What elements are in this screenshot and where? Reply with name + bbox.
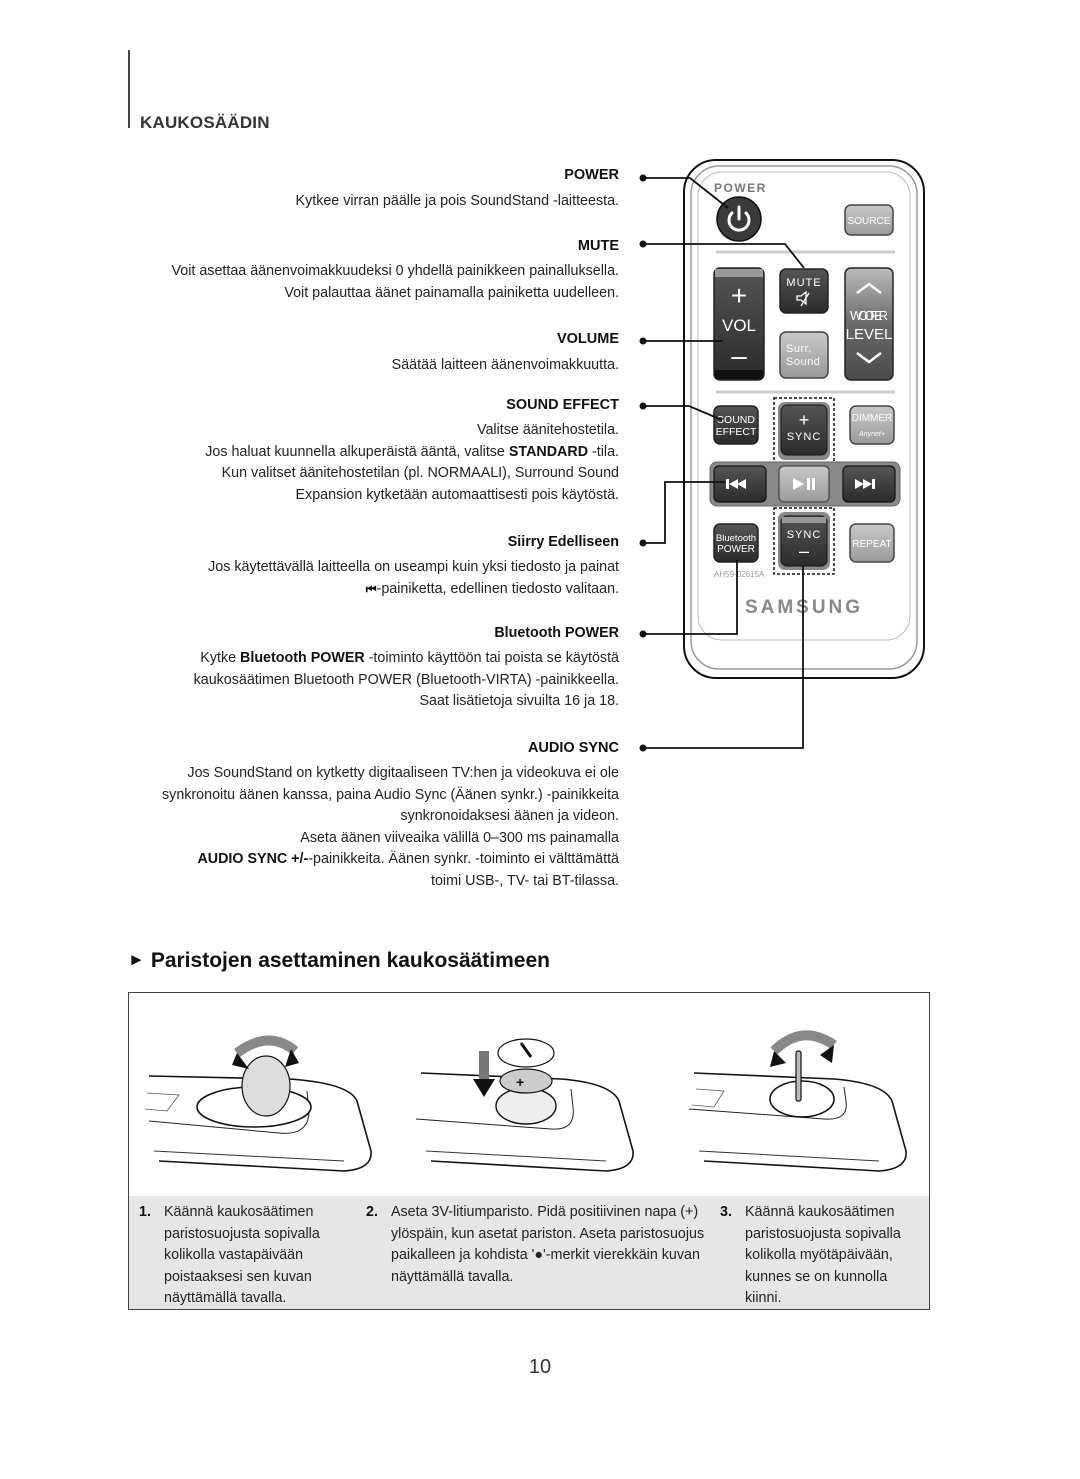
text-line: synkronoitu äänen kanssa, paina Audio Sy… [162, 786, 619, 803]
skip-back-icon: ⏮ [365, 581, 377, 596]
text-line: toimi USB-, TV- tai BT-tilassa. [430, 872, 619, 889]
mute-button [779, 268, 829, 314]
woofer-label: WOOFER [850, 308, 888, 323]
text-line: Voit palauttaa äänet painamalla painiket… [284, 284, 619, 301]
step-text: Aseta 3V-litiumparisto. Pidä positiivine… [391, 1204, 705, 1285]
side-rule [128, 50, 130, 128]
surround-label-1: Surr. [786, 343, 812, 355]
volume-description: Säätää laitteen äänenvoimakkuutta. [392, 355, 619, 377]
battery-heading: ► Paristojen asettaminen kaukosäätimeen [128, 949, 550, 973]
step-number: 2. [366, 1204, 378, 1220]
bluetooth-power-heading: Bluetooth POWER [494, 625, 619, 641]
text-line: ⏮-painiketta, edellinen tiedosto valitaa… [208, 579, 619, 601]
dimmer-button [849, 405, 895, 445]
callout-dots [639, 174, 647, 752]
samsung-logo: SAMSUNG [745, 597, 863, 618]
audio-sync-heading: AUDIO SYNC [527, 740, 619, 756]
sync-minus-label: SYNC [787, 529, 822, 541]
step-1: 1. Käännä kaukosäätimen paristosuojusta … [139, 1202, 349, 1310]
surround-label-2: Sound [786, 356, 820, 368]
sound-effect-description: Valitse äänitehostetila. Jos haluat kuun… [205, 420, 619, 506]
text-line: Kun valitset äänitehostetilan (pl. NORMA… [221, 465, 619, 481]
step-3-illustration [688, 1030, 907, 1172]
battery-title: Paristojen asettaminen kaukosäätimeen [150, 949, 550, 972]
plus-sign: + [516, 1074, 524, 1090]
power-label: POWER [714, 181, 767, 195]
page-number: 10 [528, 1356, 552, 1378]
text-line: Jos haluat kuunnella alkuperäistä ääntä,… [205, 442, 619, 464]
step-3: 3. Käännä kaukosäätimen paristosuojusta … [720, 1202, 920, 1310]
repeat-label: REPEAT [852, 539, 891, 550]
volume-down-icon: – [731, 340, 747, 371]
text-run: -painiketta, edellinen tiedosto valitaan… [376, 580, 619, 597]
text-run: -painikkeita. Äänen synkr. -toiminto ei … [308, 851, 619, 867]
arrow-right-icon: ► [128, 950, 145, 969]
anynet-logo: Anynet+ [858, 431, 885, 438]
text-line: Saat lisätietoja sivuilta 16 ja 18. [419, 693, 619, 709]
bluetooth-power-description: Kytke Bluetooth POWER -toiminto käyttöön… [194, 648, 619, 713]
text-line: kaukosäätimen Bluetooth POWER (Bluetooth… [193, 671, 619, 688]
volume-heading: VOLUME [556, 331, 619, 347]
text-line: Voit asettaa äänenvoimakkuudeksi 0 yhdel… [171, 263, 619, 279]
volume-up-icon: + [731, 280, 747, 311]
sync-plus-icon: + [799, 410, 810, 430]
text-line: Jos SoundStand on kytketty digitaaliseen… [187, 765, 619, 781]
mute-label: MUTE [786, 277, 821, 289]
bold-run: AUDIO SYNC +/- [197, 851, 309, 867]
text-line: Kytkee virran päälle ja pois SoundStand … [295, 193, 619, 209]
text-run: -toiminto käyttöön tai poista se käytöst… [364, 650, 619, 666]
remote-illustration: POWER SOURCE + VOL – MUTE Surr. Sound WO… [639, 159, 925, 752]
step-2: 2. Aseta 3V-litiumparisto. Pidä positiiv… [366, 1202, 706, 1288]
volume-label: VOL [722, 316, 756, 335]
power-heading: POWER [564, 167, 619, 183]
steps-caption-bar: 1. Käännä kaukosäätimen paristosuojusta … [129, 1196, 929, 1309]
bluetooth-label: Bluetooth [716, 533, 756, 544]
mute-description: Voit asettaa äänenvoimakkuudeksi 0 yhdel… [172, 261, 619, 304]
text-run: -tila. [588, 443, 619, 460]
section-title: KAUKOSÄÄDIN [140, 113, 270, 132]
text-line: Jos käytettävällä laitteella on useampi … [208, 559, 619, 575]
step-number: 1. [139, 1204, 151, 1220]
surround-sound-button [779, 331, 829, 379]
mute-heading: MUTE [577, 238, 619, 254]
text-run: Jos haluat kuunnella alkuperäistä ääntä,… [205, 443, 509, 460]
text-line: Expansion kytketään automaattisesti pois… [295, 486, 619, 503]
sound-effect-heading: SOUND EFFECT [506, 397, 619, 413]
battery-instructions-box: + 1. Käännä kaukosäätimen paristosuojust… [128, 992, 930, 1310]
step-number: 3. [720, 1204, 732, 1220]
bold-run: Bluetooth POWER [240, 650, 365, 666]
step-2-illustration: + [415, 1038, 634, 1172]
step-text: Käännä kaukosäätimen paristosuojusta sop… [164, 1204, 320, 1306]
bold-run: STANDARD [508, 443, 589, 460]
power-description: Kytkee virran päälle ja pois SoundStand … [296, 191, 619, 213]
text-line: Säätää laitteen äänenvoimakkuutta. [391, 357, 619, 373]
source-label: SOURCE [848, 216, 891, 227]
text-run: Kytke [200, 650, 241, 666]
previous-description: Jos käytettävällä laitteella on useampi … [208, 557, 619, 600]
model-number: AH59-02615A [714, 570, 765, 579]
sync-plus-label: SYNC [787, 431, 822, 443]
sync-minus-icon: – [799, 541, 809, 561]
text-line: AUDIO SYNC +/--painikkeita. Äänen synkr.… [162, 849, 619, 871]
dimmer-label: DIMMER [852, 413, 893, 424]
arrow-down-icon [479, 1051, 489, 1081]
step-text: Käännä kaukosäätimen paristosuojusta sop… [745, 1204, 901, 1306]
level-label: LEVEL [846, 326, 893, 343]
step-1-illustration [144, 1035, 372, 1172]
bluetooth-power-label: POWER [717, 544, 755, 555]
text-line: Aseta äänen viiveaika välillä 0–300 ms p… [300, 829, 619, 846]
text-line: synkronoidaksesi äänen ja videon. [400, 808, 619, 824]
text-line: Valitse äänitehostetila. [477, 422, 619, 438]
audio-sync-description: Jos SoundStand on kytketty digitaaliseen… [162, 763, 619, 892]
sound-effect-label-2: EFFECT [716, 426, 757, 438]
text-line: Kytke Bluetooth POWER -toiminto käyttöön… [194, 648, 619, 670]
previous-heading: Siirry Edelliseen [507, 534, 619, 550]
sound-effect-label-1: SOUND [717, 414, 755, 426]
